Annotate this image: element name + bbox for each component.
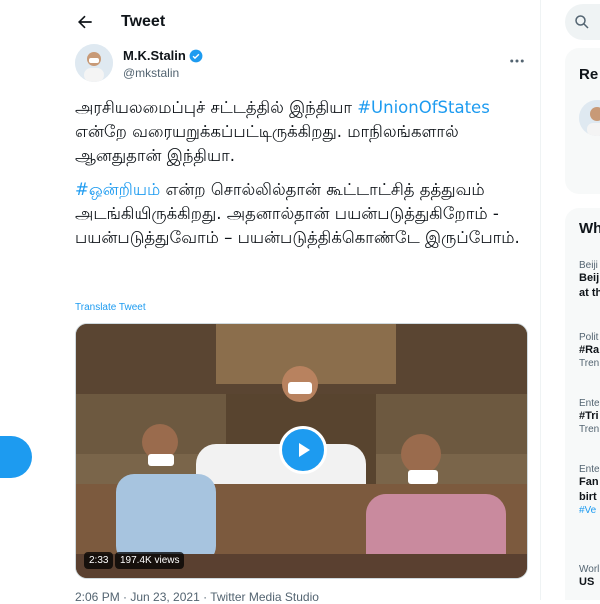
search-input[interactable] — [565, 4, 600, 40]
left-nav-rail — [0, 0, 62, 600]
trends-card: Wh Beiji Beij at th Polit #Ra Tren Ente … — [565, 208, 600, 600]
play-icon — [299, 443, 310, 457]
compose-tweet-button[interactable] — [0, 436, 32, 478]
trend-name: #Tri — [579, 410, 599, 422]
avatar[interactable] — [579, 100, 600, 136]
more-options-icon[interactable] — [508, 52, 526, 70]
play-button[interactable] — [279, 426, 327, 474]
trend-item[interactable]: Beiji Beij at th — [579, 260, 600, 301]
tweet-timestamp: 2:06 PM · Jun 23, 2021 · Twitter Media S… — [75, 590, 319, 604]
back-arrow-icon[interactable] — [75, 12, 95, 32]
trend-name: birt — [579, 491, 597, 503]
relevant-people-card: Re — [565, 48, 600, 194]
trend-name: US — [579, 576, 595, 588]
video-view-count: 197.4K views — [115, 552, 185, 569]
trend-item[interactable]: Polit #Ra Tren — [579, 332, 600, 369]
trend-count: Tren — [579, 424, 600, 435]
author-row: M.K.Stalin @mkstalin — [61, 44, 540, 94]
tweet-text: அரசியலமைப்புச் சட்டத்தில் இந்தியா #Union… — [75, 96, 530, 260]
tweet-text-segment: அரசியலமைப்புச் சட்டத்தில் இந்தியா — [75, 98, 358, 117]
avatar[interactable] — [75, 44, 113, 82]
tweet-header: Tweet — [61, 0, 540, 44]
translate-tweet-link[interactable]: Translate Tweet — [75, 302, 146, 313]
right-sidebar: Re Wh Beiji Beij at th Polit #Ra Tren En… — [541, 0, 600, 600]
trend-category: Polit — [579, 332, 599, 343]
author-name[interactable]: M.K.Stalin — [123, 48, 203, 63]
trend-item[interactable]: Worl US — [579, 564, 600, 590]
trend-name: #Ra — [579, 344, 600, 356]
trend-category: Ente — [579, 464, 600, 475]
hashtag-link[interactable]: #ஒன்றியம் — [75, 180, 160, 199]
search-icon — [575, 15, 589, 29]
verified-badge-icon — [189, 49, 203, 62]
hashtag-link[interactable]: #UnionOfStates — [357, 98, 490, 117]
trend-category: Beiji — [579, 260, 598, 271]
author-handle[interactable]: @mkstalin — [123, 66, 179, 80]
trend-category: Ente — [579, 398, 600, 409]
video-player[interactable]: 2:33 197.4K views — [75, 323, 528, 579]
tweet-paragraph-1: அரசியலமைப்புச் சட்டத்தில் இந்தியா #Union… — [75, 96, 530, 168]
author-name-text: M.K.Stalin — [123, 48, 186, 63]
trend-name: Beij — [579, 272, 600, 284]
trend-name: Fan — [579, 476, 599, 488]
trend-name: at th — [579, 287, 600, 299]
trend-item[interactable]: Ente #Tri Tren — [579, 398, 600, 435]
trends-title: Wh — [579, 220, 600, 237]
trend-item[interactable]: Ente Fan birt #Ve — [579, 464, 600, 516]
relevant-people-title: Re — [579, 66, 599, 83]
trend-count: Tren — [579, 358, 600, 369]
trend-category: Worl — [579, 564, 600, 575]
trend-hashtag: #Ve — [579, 505, 597, 516]
tweet-paragraph-2: #ஒன்றியம் என்ற சொல்லில்தான் கூட்டாட்சித்… — [75, 178, 530, 250]
page-title: Tweet — [121, 13, 166, 30]
tweet-text-segment: என்றே வரையறுக்கப்பட்டிருக்கிறது. மாநிலங்… — [75, 122, 459, 165]
video-duration: 2:33 — [84, 552, 114, 569]
